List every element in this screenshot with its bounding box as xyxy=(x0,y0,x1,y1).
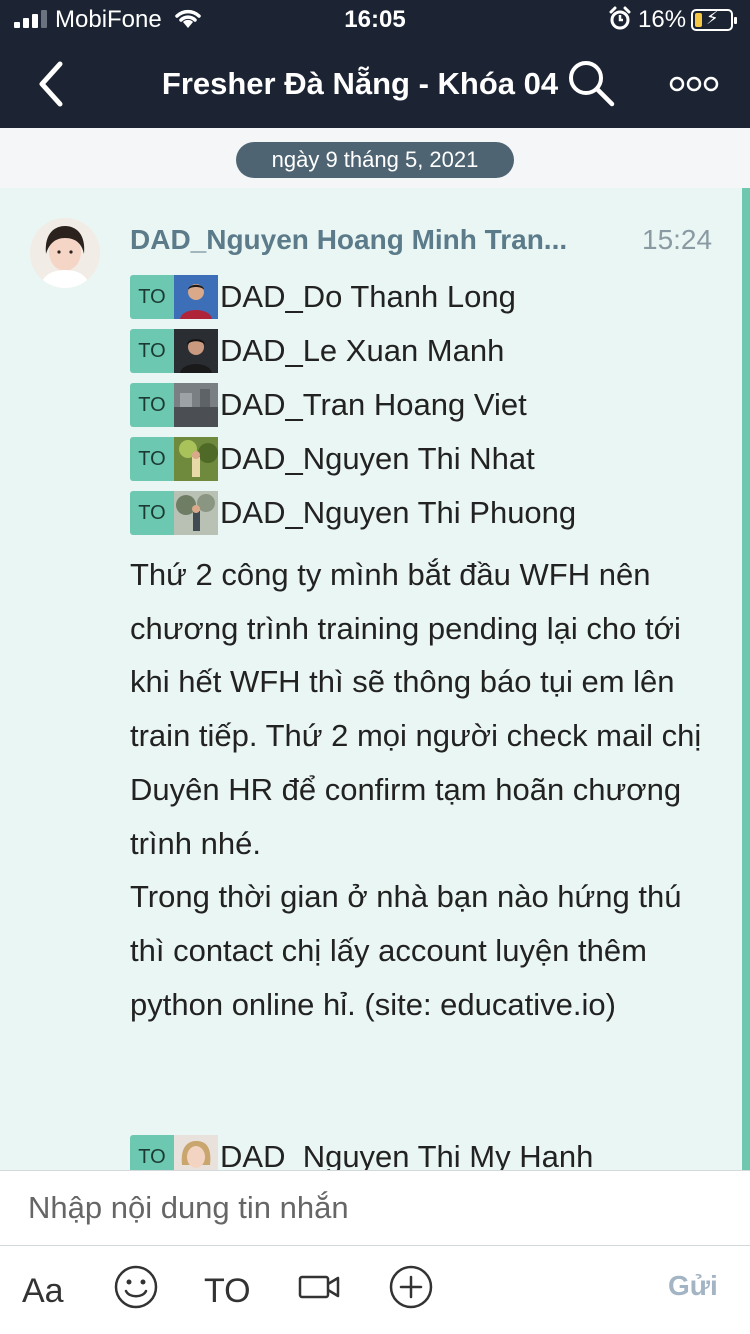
mention-name: DAD_Nguyen Thi Phuong xyxy=(220,495,577,530)
mention-tag: TO xyxy=(130,275,174,319)
emoji-button[interactable] xyxy=(113,1264,159,1319)
mention-chip[interactable]: TO DAD_Nguyen Thi My Hanh xyxy=(130,1134,593,1170)
mention-chip[interactable]: TO DAD_Nguyen Thi Phuong xyxy=(130,490,576,536)
mention-tag: TO xyxy=(130,437,174,481)
avatar xyxy=(174,1135,218,1170)
mention-name: DAD_Do Thanh Long xyxy=(220,279,516,314)
avatar xyxy=(174,275,218,319)
search-icon xyxy=(566,61,616,112)
mention-name: DAD_Tran Hoang Viet xyxy=(220,387,527,422)
mention-tag: TO xyxy=(130,491,174,535)
date-separator-row: ngày 9 tháng 5, 2021 xyxy=(0,128,750,188)
mention-button[interactable]: TO xyxy=(204,1266,251,1316)
message-time: 15:24 xyxy=(642,224,713,255)
avatar xyxy=(174,491,218,535)
mention-tag: TO xyxy=(130,329,174,373)
message-input[interactable] xyxy=(28,1183,718,1233)
battery-percent: 16% xyxy=(638,6,687,33)
mention-tag: TO xyxy=(130,1135,174,1170)
scroll-rail xyxy=(742,188,750,1170)
alarm-icon xyxy=(608,6,632,39)
mention-tag: TO xyxy=(130,383,174,427)
composer: Aa TO Gửi xyxy=(0,1170,750,1334)
status-bar: MobiFone 16:05 16% ⚡ xyxy=(0,0,750,40)
message-list[interactable]: DAD_Nguyen Hoang Minh Tran... 15:24 TO D… xyxy=(0,188,750,1170)
top-bar: MobiFone 16:05 16% ⚡ Fresher Đà Nẵng - K… xyxy=(0,0,750,128)
mention-chip[interactable]: TO DAD_Do Thanh Long xyxy=(130,274,516,320)
search-button[interactable] xyxy=(566,58,616,108)
more-options-button[interactable] xyxy=(668,64,720,104)
font-style-button[interactable]: Aa xyxy=(22,1266,64,1316)
mention-chip[interactable]: TO DAD_Le Xuan Manh xyxy=(130,328,504,374)
avatar xyxy=(174,329,218,373)
mention-chip[interactable]: TO DAD_Nguyen Thi Nhat xyxy=(130,436,535,482)
smiley-icon xyxy=(113,1264,159,1319)
mention-name: DAD_Le Xuan Manh xyxy=(220,333,505,368)
video-camera-icon xyxy=(298,1272,342,1311)
mention-name: DAD_Nguyen Thi Nhat xyxy=(220,441,535,476)
message-input-box xyxy=(0,1170,750,1246)
date-separator: ngày 9 tháng 5, 2021 xyxy=(236,142,514,178)
avatar[interactable] xyxy=(30,218,100,288)
avatar xyxy=(174,437,218,481)
plus-circle-icon xyxy=(388,1264,434,1319)
chat-title[interactable]: Fresher Đà Nẵng - Khóa 04 xyxy=(0,66,660,102)
sender-name[interactable]: DAD_Nguyen Hoang Minh Tran... xyxy=(130,224,600,256)
attach-button[interactable] xyxy=(388,1264,434,1319)
more-icon xyxy=(668,76,720,108)
send-button[interactable]: Gửi xyxy=(668,1270,718,1302)
video-button[interactable] xyxy=(298,1266,342,1316)
message-body: Thứ 2 công ty mình bắt đầu WFH nên chươn… xyxy=(130,557,702,1022)
mention-name: DAD_Nguyen Thi My Hanh xyxy=(220,1139,594,1170)
avatar xyxy=(174,383,218,427)
battery-icon: ⚡ xyxy=(691,8,737,31)
mention-chip[interactable]: TO DAD_Tran Hoang Viet xyxy=(130,382,527,428)
